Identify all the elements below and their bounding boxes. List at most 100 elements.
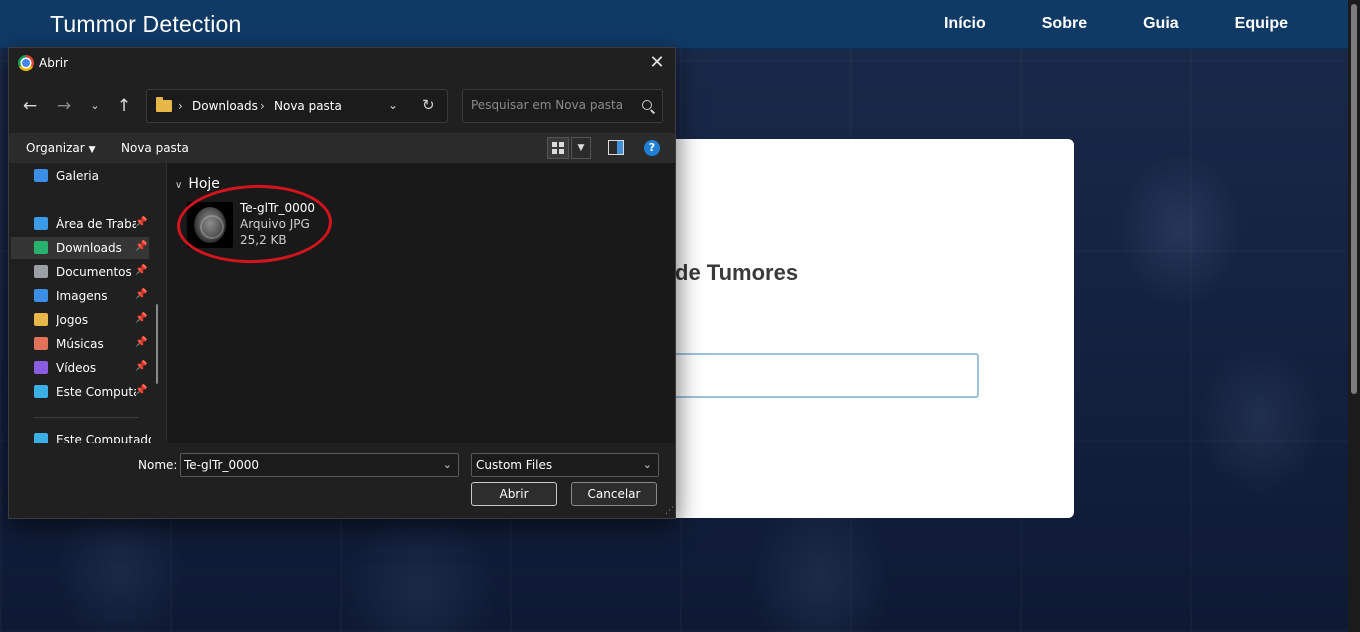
pin-icon[interactable]: 📌 <box>135 217 147 228</box>
nav-item-imagens[interactable]: Imagens 📌 <box>11 285 149 307</box>
chevron-down-icon: ∨ <box>175 180 183 191</box>
resize-grip-icon[interactable]: ⋰ <box>665 506 674 516</box>
card-title: de Tumores <box>675 260 799 285</box>
open-button[interactable]: Abrir <box>471 482 557 506</box>
nav-item-label: Documentos <box>56 265 132 279</box>
nav-item-label: Músicas <box>56 337 104 351</box>
pin-icon[interactable]: 📌 <box>135 265 147 276</box>
desktop-icon <box>34 217 48 230</box>
nav-item-musicas[interactable]: Músicas 📌 <box>11 333 149 355</box>
nav-item-label: Galeria <box>56 169 99 183</box>
nav-item-area-de-trabalho[interactable]: Área de Trabalho 📌 <box>11 213 149 235</box>
group-header-label: Hoje <box>188 176 220 192</box>
file-open-dialog: Abrir ✕ ← → ⌄ ↑ › Downloads › Nova pasta… <box>8 47 676 519</box>
preview-pane-icon[interactable] <box>608 140 624 155</box>
pin-icon[interactable]: 📌 <box>135 385 147 396</box>
chevron-down-icon[interactable]: ⌄ <box>643 458 652 471</box>
filetype-select[interactable]: Custom Files ⌄ <box>471 453 659 477</box>
download-icon <box>34 241 48 254</box>
organize-label: Organizar <box>26 141 85 155</box>
brand-title[interactable]: Tummor Detection <box>50 11 242 38</box>
page-scrollbar-thumb[interactable] <box>1351 4 1357 394</box>
dialog-titlebar: Abrir ✕ <box>9 48 675 78</box>
recent-locations-chevron-icon[interactable]: ⌄ <box>85 96 105 116</box>
filename-label: Nome: <box>138 458 178 472</box>
dialog-footer: Nome: ⌄ Custom Files ⌄ Abrir Cancelar ⋰ <box>9 443 675 518</box>
cancel-button[interactable]: Cancelar <box>571 482 657 506</box>
top-navbar: Tummor Detection Início Sobre Guia Equip… <box>0 0 1348 49</box>
file-size: 25,2 KB <box>240 233 287 247</box>
address-bar[interactable]: › Downloads › Nova pasta ⌄ ↻ <box>146 89 448 123</box>
document-icon <box>34 265 48 278</box>
filename-input[interactable] <box>184 458 434 472</box>
nav-item-jogos[interactable]: Jogos 📌 <box>11 309 149 331</box>
nav-pane-scrollbar[interactable] <box>156 304 158 384</box>
nav-link-guia[interactable]: Guia <box>1143 15 1179 33</box>
nav-item-galeria[interactable]: Galeria <box>11 165 149 187</box>
nav-item-documentos[interactable]: Documentos 📌 <box>11 261 149 283</box>
nav-item-label: Vídeos <box>56 361 97 375</box>
folder-icon <box>156 97 172 112</box>
nav-links: Início Sobre Guia Equipe <box>888 15 1288 33</box>
search-icon[interactable] <box>642 100 652 110</box>
nav-item-downloads[interactable]: Downloads 📌 <box>11 237 149 259</box>
caret-down-icon: ▼ <box>88 145 96 155</box>
chrome-icon <box>18 55 34 71</box>
close-icon[interactable]: ✕ <box>647 52 667 73</box>
video-icon <box>34 361 48 374</box>
breadcrumb-separator-icon: › <box>260 99 265 113</box>
nav-item-este-computador[interactable]: Este Computador <box>11 429 151 443</box>
breadcrumb-nova-pasta[interactable]: Nova pasta <box>274 99 342 113</box>
view-options-caret-icon[interactable]: ▼ <box>571 137 591 159</box>
address-row: ← → ⌄ ↑ › Downloads › Nova pasta ⌄ ↻ <box>9 88 675 124</box>
nav-item-label: Downloads <box>56 241 122 255</box>
nav-item-este-computador-pinned[interactable]: Este Computador 📌 <box>11 381 149 403</box>
help-icon[interactable]: ? <box>644 140 660 156</box>
file-name: Te-glTr_0000 <box>240 201 315 215</box>
navigation-pane[interactable]: Galeria Área de Trabalho 📌 Downloads 📌 D… <box>9 163 167 443</box>
nav-link-inicio[interactable]: Início <box>944 15 986 33</box>
back-arrow-icon[interactable]: ← <box>20 96 40 116</box>
nav-item-label: Este Computador <box>56 433 151 443</box>
address-dropdown-icon[interactable]: ⌄ <box>388 98 398 112</box>
filename-combo[interactable]: ⌄ <box>180 453 459 477</box>
gallery-icon <box>34 169 48 182</box>
refresh-icon[interactable]: ↻ <box>422 96 435 114</box>
computer-icon <box>34 385 48 398</box>
nav-item-label: Área de Trabalho <box>56 217 136 231</box>
chevron-down-icon[interactable]: ⌄ <box>443 458 452 471</box>
organize-menu[interactable]: Organizar ▼ <box>26 141 96 155</box>
page-scrollbar[interactable] <box>1348 0 1360 632</box>
nav-item-label: Imagens <box>56 289 108 303</box>
folder-icon <box>34 313 48 326</box>
file-input-field[interactable] <box>640 353 979 398</box>
image-icon <box>34 289 48 302</box>
file-item[interactable]: Te-glTr_0000 Arquivo JPG 25,2 KB <box>185 200 335 250</box>
pin-icon[interactable]: 📌 <box>135 361 147 372</box>
nav-item-label: Este Computador <box>56 385 136 399</box>
music-icon <box>34 337 48 350</box>
file-type: Arquivo JPG <box>240 217 310 231</box>
group-header[interactable]: ∨ Hoje <box>175 176 220 192</box>
breadcrumb-downloads[interactable]: Downloads <box>192 99 258 113</box>
nav-link-equipe[interactable]: Equipe <box>1235 15 1288 33</box>
pin-icon[interactable]: 📌 <box>135 289 147 300</box>
nav-link-sobre[interactable]: Sobre <box>1042 15 1087 33</box>
forward-arrow-icon[interactable]: → <box>54 96 74 116</box>
pin-icon[interactable]: 📌 <box>135 337 147 348</box>
dialog-title: Abrir <box>39 56 69 70</box>
mri-thumbnail <box>187 202 233 248</box>
nav-divider <box>33 417 139 418</box>
pin-icon[interactable]: 📌 <box>135 313 147 324</box>
computer-icon <box>34 433 48 443</box>
up-arrow-icon[interactable]: ↑ <box>114 96 134 116</box>
search-box[interactable] <box>462 89 663 123</box>
breadcrumb-separator-icon: › <box>178 99 183 113</box>
dialog-toolbar: Organizar ▼ Nova pasta ▼ ? <box>9 133 675 163</box>
file-list-pane[interactable]: ∨ Hoje Te-glTr_0000 Arquivo JPG 25,2 KB <box>167 163 675 443</box>
change-view-icon[interactable] <box>547 137 569 159</box>
pin-icon[interactable]: 📌 <box>135 241 147 252</box>
search-input[interactable] <box>471 98 631 112</box>
new-folder-button[interactable]: Nova pasta <box>121 141 189 155</box>
nav-item-videos[interactable]: Vídeos 📌 <box>11 357 149 379</box>
